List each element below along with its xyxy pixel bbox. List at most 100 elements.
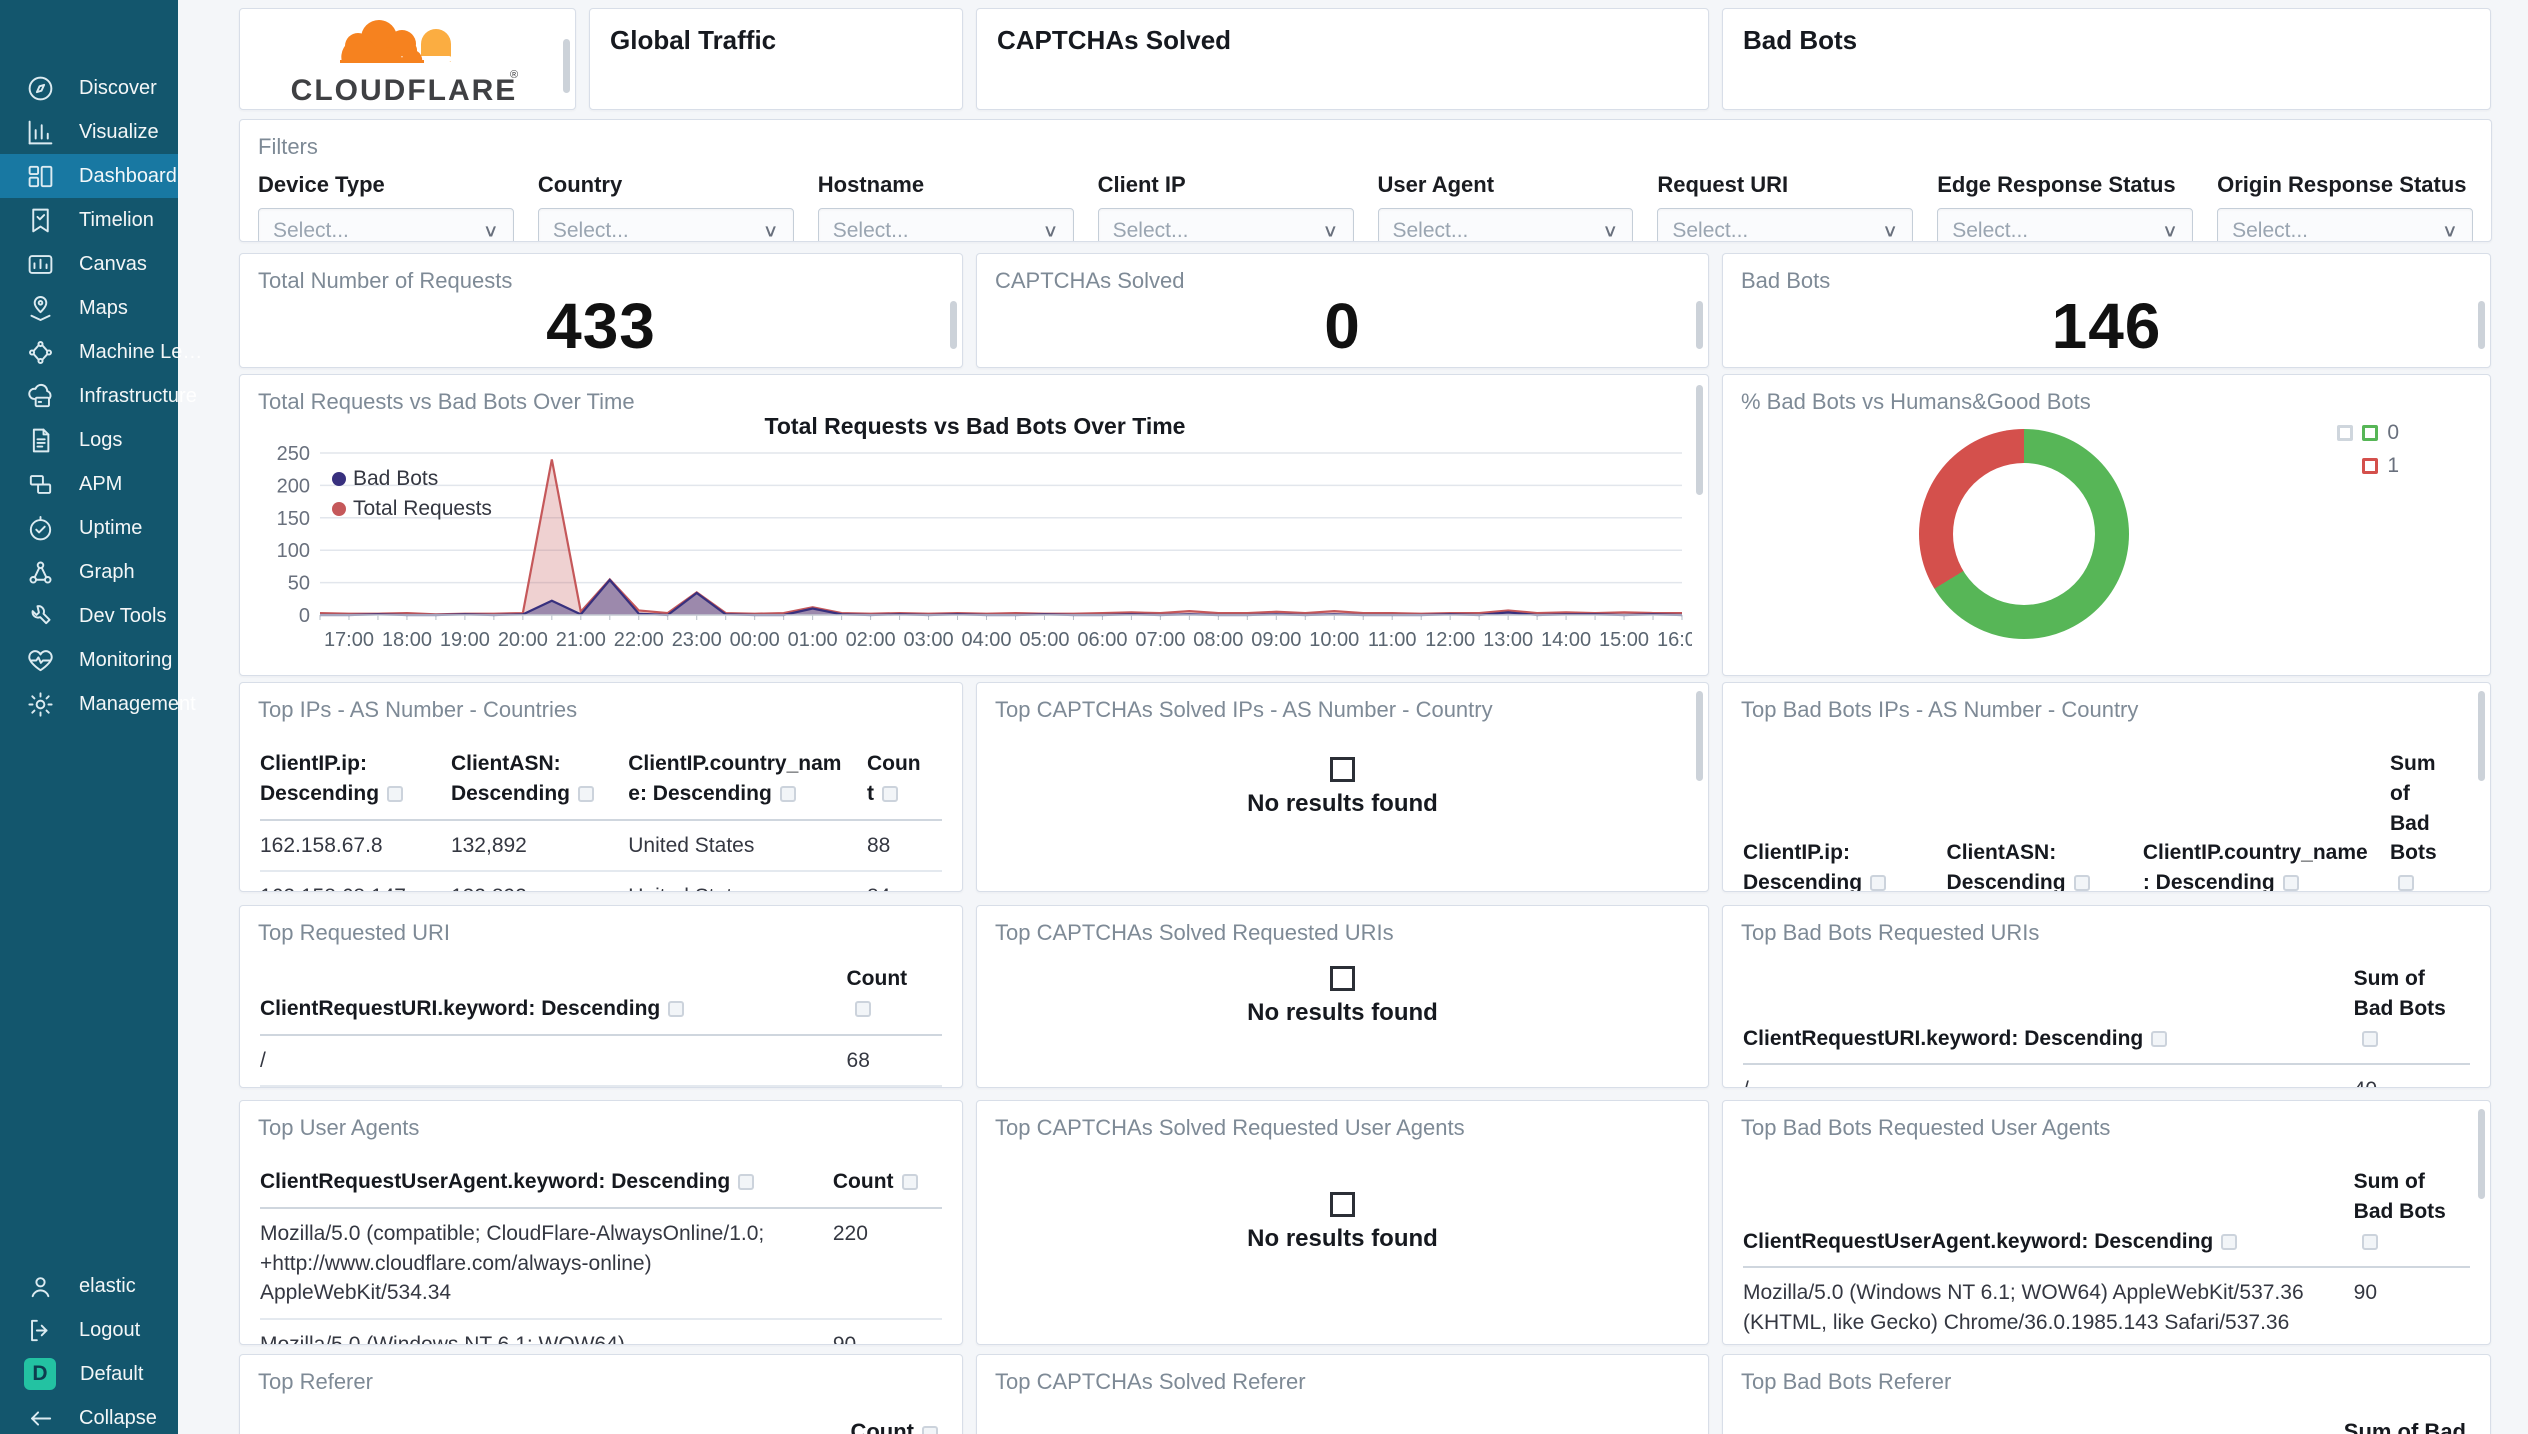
sort-icon[interactable] [2398, 875, 2414, 891]
panel-scrollbar[interactable] [563, 39, 570, 93]
sidebar-item-apm[interactable]: APM [0, 462, 178, 506]
sidebar-item-logout[interactable]: Logout [0, 1308, 178, 1352]
svg-text:12:00: 12:00 [1425, 629, 1475, 651]
sort-icon[interactable] [881, 785, 898, 802]
sidebar-item-management[interactable]: Management [0, 682, 196, 726]
request-uri-select[interactable]: Select... ∨ [1657, 208, 1914, 241]
column-header[interactable]: ClientIP.country_name: Descending [2143, 838, 2390, 891]
captcha-referer-panel: Top CAPTCHAs Solved Referer [976, 1354, 1709, 1434]
sort-icon[interactable] [738, 1174, 755, 1190]
panel-scrollbar[interactable] [1696, 691, 1703, 781]
donut-legend-row-0[interactable]: 0 [2279, 421, 2399, 445]
panel-title: Top IPs - AS Number - Countries [258, 697, 578, 722]
sort-icon[interactable] [387, 785, 404, 802]
sidebar-item-collapse[interactable]: Collapse [0, 1396, 178, 1434]
svg-text:05:00: 05:00 [1019, 629, 1069, 651]
table-row: / 68 [260, 1036, 942, 1087]
sort-icon[interactable] [854, 1000, 871, 1017]
edge-response-status-select[interactable]: Select... ∨ [1937, 208, 2194, 241]
sidebar-item-graph[interactable]: Graph [0, 550, 178, 594]
sort-icon[interactable] [668, 1000, 685, 1017]
column-header[interactable]: ClientASN: Descending [1947, 838, 2143, 891]
panel-scrollbar[interactable] [1696, 301, 1703, 349]
sidebar-item-uptime[interactable]: Uptime [0, 506, 178, 550]
sort-icon[interactable] [2151, 1030, 2168, 1047]
svg-text:08:00: 08:00 [1193, 629, 1243, 651]
panel-scrollbar[interactable] [2478, 301, 2485, 349]
column-header[interactable]: ClientRequestURI.keyword: Descending [1743, 1024, 2354, 1054]
column-header[interactable]: Count [847, 964, 942, 1024]
select-placeholder: Select... [1392, 219, 1469, 242]
column-header[interactable]: Count [833, 1167, 942, 1197]
legend-item-bad-bots[interactable]: Bad Bots [332, 467, 492, 491]
sidebar-item-dev-tools[interactable]: Dev Tools [0, 594, 178, 638]
panel-scrollbar[interactable] [2478, 691, 2485, 781]
sort-icon[interactable] [1870, 875, 1887, 891]
sidebar-item-infrastructure[interactable]: Infrastructure [0, 374, 197, 418]
filter-label: Client IP [1097, 172, 1186, 197]
svg-text:16:00: 16:00 [1657, 629, 1692, 651]
sidebar-item-dashboard[interactable]: Dashboard [0, 154, 178, 198]
sort-icon[interactable] [2361, 1030, 2378, 1047]
dashboard-content: CLOUDFLARE ® Global Traffic CAPTCHAs Sol… [239, 0, 2492, 1434]
captcha-ips-panel: Top CAPTCHAs Solved IPs - AS Number - Co… [976, 682, 1709, 892]
table-cell: 90 [832, 1333, 857, 1345]
sort-icon[interactable] [901, 1174, 918, 1190]
country-select[interactable]: Select... ∨ [537, 208, 794, 241]
column-header[interactable]: Sum of Bad Bots [2354, 964, 2470, 1053]
column-header[interactable]: Sum of Bad Bots [2390, 749, 2470, 891]
user-icon [31, 1276, 50, 1297]
sidebar-item-canvas[interactable]: Canvas [0, 242, 178, 286]
user-agent-select[interactable]: Select... ∨ [1377, 208, 1634, 242]
sidebar-item-visualize[interactable]: Visualize [0, 110, 178, 154]
column-header[interactable]: ClientRequestUserAgent.keyword: Descendi… [260, 1167, 833, 1197]
column-header[interactable]: ClientIP.country_name: Descending [628, 749, 867, 809]
donut-chart[interactable] [1919, 429, 2129, 639]
section-title: Bad Bots [1743, 25, 1858, 55]
top-ips-table: ClientIP.ip: Descending ClientASN: Descen… [240, 749, 962, 891]
sort-icon[interactable] [922, 1426, 938, 1434]
sidebar-item-maps[interactable]: Maps [0, 286, 178, 330]
sidebar-item-monitoring[interactable]: Monitoring [0, 638, 178, 682]
column-header[interactable]: Count [850, 1419, 914, 1434]
sidebar-item-discover[interactable]: Discover [0, 66, 178, 110]
client-ip-select[interactable]: Select... ∨ [1097, 208, 1354, 241]
svg-text:100: 100 [277, 540, 310, 562]
column-header[interactable]: Count [867, 749, 942, 809]
panel-scrollbar[interactable] [2478, 1109, 2485, 1199]
panel-scrollbar[interactable] [1696, 385, 1703, 495]
panel-scrollbar[interactable] [950, 301, 957, 349]
svg-text:11:00: 11:00 [1368, 629, 1417, 651]
sidebar-item-machine-learning[interactable]: Machine Le… [0, 330, 202, 374]
sort-icon[interactable] [2073, 875, 2090, 891]
column-header[interactable]: Sum of Bad Bots [2354, 1167, 2470, 1256]
column-header[interactable]: ClientIP.ip: Descending [260, 749, 451, 809]
sidebar-item-logs[interactable]: Logs [0, 418, 178, 462]
hostname-select[interactable]: Select... ∨ [817, 208, 1074, 241]
table-cell: 220 [832, 1221, 868, 1245]
metric-value: 146 [2051, 290, 2162, 362]
sort-icon[interactable] [577, 785, 594, 802]
column-header[interactable]: Sum of Bad [2344, 1419, 2466, 1434]
column-header[interactable]: ClientASN: Descending [451, 749, 628, 809]
filter-user-agent: User Agent Select... ∨ [1377, 172, 1634, 242]
column-header[interactable]: ClientIP.ip: Descending [1743, 838, 1947, 891]
column-header[interactable]: ClientRequestUserAgent.keyword: Descendi… [1743, 1227, 2354, 1257]
select-placeholder: Select... [273, 219, 349, 242]
sidebar-item-user[interactable]: elastic [0, 1264, 178, 1308]
sort-icon[interactable] [2361, 1233, 2378, 1250]
heartbeat-icon [28, 649, 53, 671]
device-type-select[interactable]: Select... ∨ [258, 208, 514, 242]
sort-icon[interactable] [2282, 875, 2299, 891]
sort-icon[interactable] [2221, 1233, 2238, 1250]
sidebar-item-space-default[interactable]: D Default [0, 1352, 178, 1396]
column-header[interactable]: ClientRequestURI.keyword: Descending [260, 994, 847, 1024]
legend-dot-icon [332, 472, 346, 486]
filter-device-type: Device Type Select... ∨ [258, 172, 514, 242]
legend-item-total-requests[interactable]: Total Requests [332, 497, 492, 521]
filter-label: Country [537, 172, 623, 197]
sidebar-item-timelion[interactable]: Timelion [0, 198, 178, 242]
sort-icon[interactable] [779, 785, 796, 802]
origin-response-status-select[interactable]: Select... ∨ [2217, 208, 2473, 241]
donut-legend-row-1[interactable]: 1 [2279, 454, 2399, 478]
